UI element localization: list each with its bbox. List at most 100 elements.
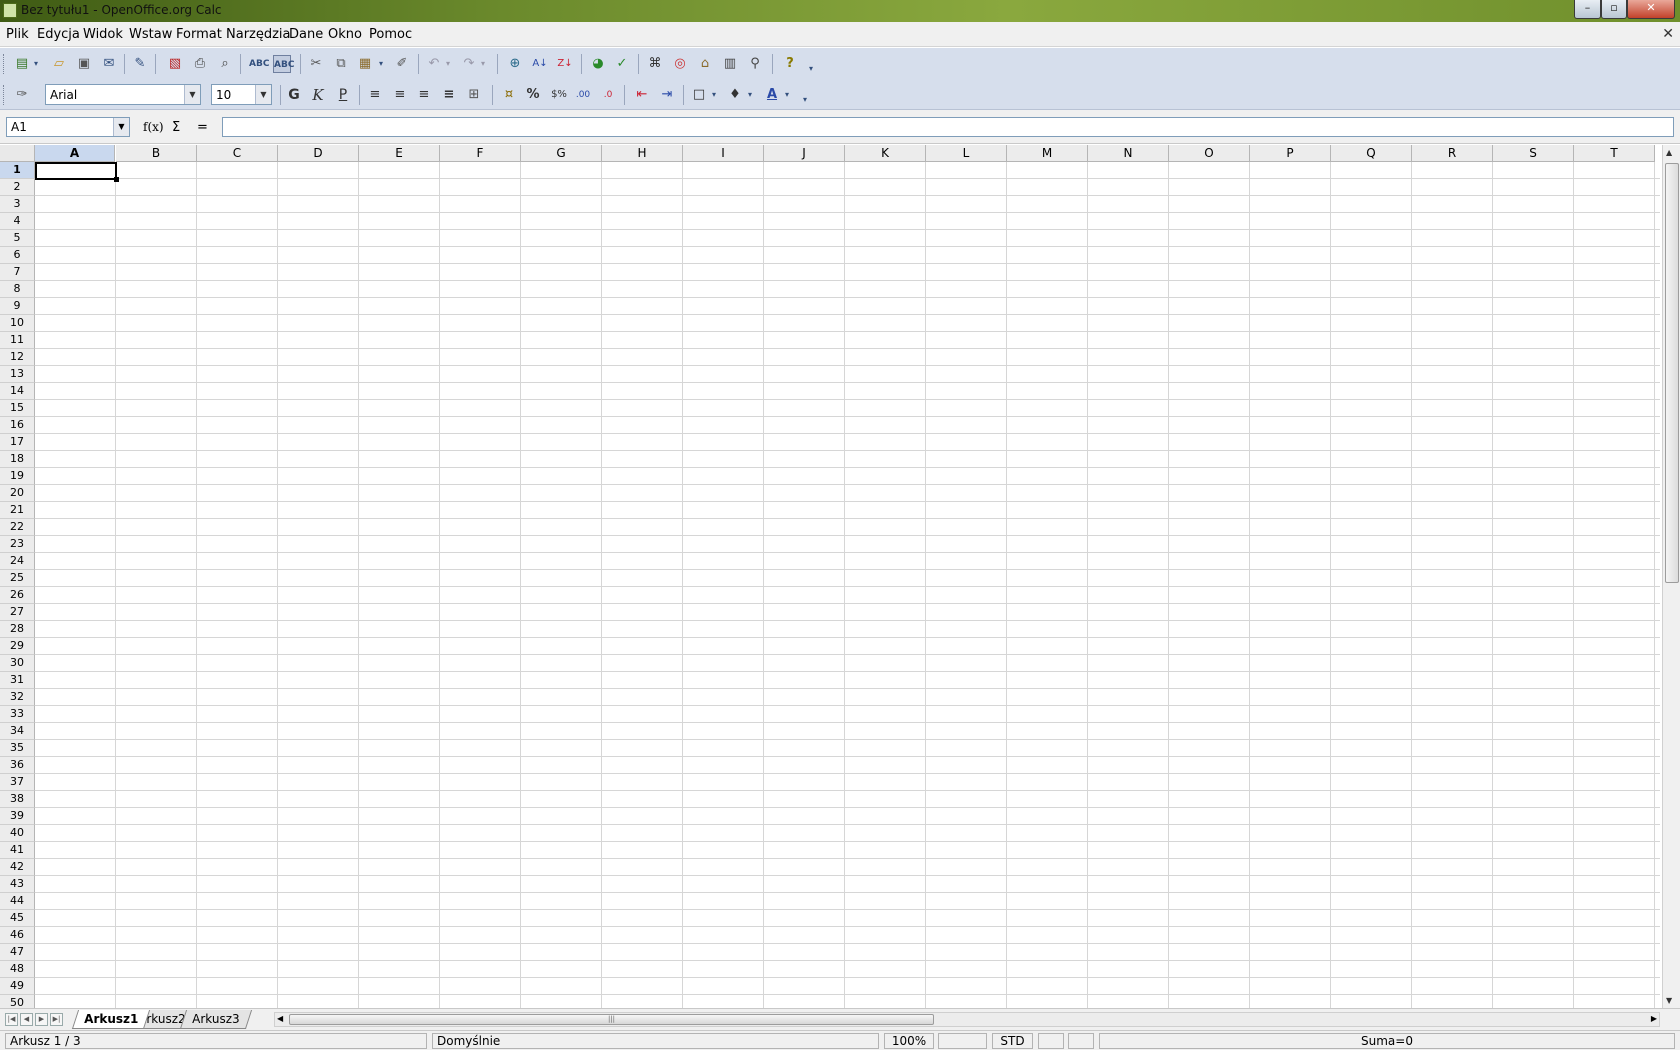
add-decimal-icon[interactable]: .00 (574, 86, 592, 104)
menu-wstaw[interactable]: Wstaw (129, 27, 172, 42)
row-header-9[interactable]: 9 (0, 298, 35, 315)
column-header-r[interactable]: R (1412, 145, 1493, 162)
column-header-j[interactable]: J (764, 145, 845, 162)
font-color-icon[interactable]: A (763, 86, 781, 104)
status-insert-mode[interactable] (938, 1033, 987, 1049)
row-header-20[interactable]: 20 (0, 485, 35, 502)
column-header-e[interactable]: E (359, 145, 440, 162)
row-header-36[interactable]: 36 (0, 757, 35, 774)
row-header-22[interactable]: 22 (0, 519, 35, 536)
row-header-18[interactable]: 18 (0, 451, 35, 468)
maximize-button[interactable]: ▫ (1601, 0, 1627, 19)
row-header-26[interactable]: 26 (0, 587, 35, 604)
row-header-35[interactable]: 35 (0, 740, 35, 757)
last-sheet-icon[interactable]: ▶| (50, 1013, 63, 1026)
column-header-f[interactable]: F (440, 145, 521, 162)
menu-edycja[interactable]: Edycja (37, 27, 80, 42)
column-header-m[interactable]: M (1007, 145, 1088, 162)
row-header-23[interactable]: 23 (0, 536, 35, 553)
row-header-32[interactable]: 32 (0, 689, 35, 706)
column-header-i[interactable]: I (683, 145, 764, 162)
menu-narzedzia[interactable]: Narzędzia (226, 27, 291, 42)
help-icon[interactable]: ? (781, 55, 799, 73)
column-header-a[interactable]: A (35, 145, 115, 162)
row-header-13[interactable]: 13 (0, 366, 35, 383)
align-right-icon[interactable]: ≡ (415, 86, 433, 104)
row-header-34[interactable]: 34 (0, 723, 35, 740)
row-header-44[interactable]: 44 (0, 893, 35, 910)
row-header-10[interactable]: 10 (0, 315, 35, 332)
borders-dropdown-icon[interactable]: ▾ (709, 86, 719, 104)
column-header-l[interactable]: L (926, 145, 1007, 162)
vertical-scrollbar[interactable]: ▲ ▼ (1662, 145, 1680, 1008)
undo-dropdown-icon[interactable]: ▾ (443, 55, 453, 73)
row-header-11[interactable]: 11 (0, 332, 35, 349)
styles-formatting-icon[interactable]: ✑ (13, 86, 31, 104)
print-icon[interactable]: ⎙ (191, 55, 209, 73)
row-header-16[interactable]: 16 (0, 417, 35, 434)
vertical-scroll-thumb[interactable] (1665, 163, 1679, 583)
format-paintbrush-icon[interactable]: ✐ (393, 55, 411, 73)
edit-file-icon[interactable]: ✎ (131, 55, 149, 73)
background-dropdown-icon[interactable]: ▾ (745, 86, 755, 104)
menu-plik[interactable]: Plik (6, 27, 29, 42)
row-header-2[interactable]: 2 (0, 179, 35, 196)
menu-format[interactable]: Format (176, 27, 222, 42)
scroll-down-icon[interactable]: ▼ (1666, 996, 1672, 1005)
sum-button[interactable]: Σ (172, 120, 180, 135)
row-header-5[interactable]: 5 (0, 230, 35, 247)
status-sum[interactable]: Suma=0 (1099, 1033, 1675, 1049)
currency-format-icon[interactable]: ¤ (500, 86, 518, 104)
open-icon[interactable]: ▱ (50, 55, 68, 73)
scroll-right-icon[interactable]: ▶ (1651, 1014, 1657, 1023)
select-all-corner[interactable] (0, 145, 35, 162)
status-signature[interactable] (1068, 1033, 1094, 1049)
row-header-14[interactable]: 14 (0, 383, 35, 400)
data-sources-icon[interactable]: ▥ (721, 55, 739, 73)
redo-icon[interactable]: ↷ (460, 55, 478, 73)
row-header-41[interactable]: 41 (0, 842, 35, 859)
export-pdf-icon[interactable]: ▧ (166, 55, 184, 73)
column-header-q[interactable]: Q (1331, 145, 1412, 162)
row-header-15[interactable]: 15 (0, 400, 35, 417)
align-left-icon[interactable]: ≡ (366, 86, 384, 104)
sheet-tab-arkusz3[interactable]: Arkusz3 (179, 1010, 252, 1029)
standard-format-icon[interactable]: $% (550, 86, 568, 104)
menu-widok[interactable]: Widok (83, 27, 123, 42)
merge-cells-icon[interactable]: ⊞ (465, 86, 483, 104)
cut-icon[interactable]: ✂ (307, 55, 325, 73)
row-header-47[interactable]: 47 (0, 944, 35, 961)
italic-button[interactable]: K (309, 86, 327, 104)
bold-button[interactable]: G (285, 86, 303, 104)
column-header-h[interactable]: H (602, 145, 683, 162)
row-header-1[interactable]: 1 (0, 162, 35, 179)
background-color-icon[interactable]: ♦ (726, 86, 744, 104)
cell-area[interactable] (35, 162, 1660, 1008)
column-header-s[interactable]: S (1493, 145, 1574, 162)
name-box[interactable]: A1 ▼ (6, 117, 130, 137)
font-name-combo[interactable]: Arial ▼ (45, 84, 201, 105)
row-header-50[interactable]: 50 (0, 995, 35, 1008)
function-button[interactable]: = (197, 120, 208, 135)
sort-ascending-icon[interactable]: A↓ (531, 55, 549, 73)
autospellcheck-icon[interactable]: ABC (273, 55, 294, 73)
row-header-39[interactable]: 39 (0, 808, 35, 825)
row-header-24[interactable]: 24 (0, 553, 35, 570)
row-header-25[interactable]: 25 (0, 570, 35, 587)
copy-icon[interactable]: ⧉ (332, 55, 350, 73)
chevron-down-icon[interactable]: ▼ (184, 85, 200, 104)
redo-dropdown-icon[interactable]: ▾ (478, 55, 488, 73)
chevron-down-icon[interactable]: ▼ (113, 118, 129, 136)
column-header-c[interactable]: C (197, 145, 278, 162)
chart-icon[interactable]: ◕ (589, 55, 607, 73)
paste-icon[interactable]: ▦ (356, 55, 374, 73)
column-header-o[interactable]: O (1169, 145, 1250, 162)
row-header-12[interactable]: 12 (0, 349, 35, 366)
font-size-combo[interactable]: 10 ▼ (211, 84, 272, 105)
row-header-31[interactable]: 31 (0, 672, 35, 689)
horizontal-scrollbar[interactable]: ◀ ||| ▶ (274, 1012, 1660, 1027)
row-header-28[interactable]: 28 (0, 621, 35, 638)
toolbar-overflow-icon[interactable]: ▾ (800, 91, 810, 109)
status-page-style[interactable]: Domyślnie (432, 1033, 879, 1049)
row-header-8[interactable]: 8 (0, 281, 35, 298)
